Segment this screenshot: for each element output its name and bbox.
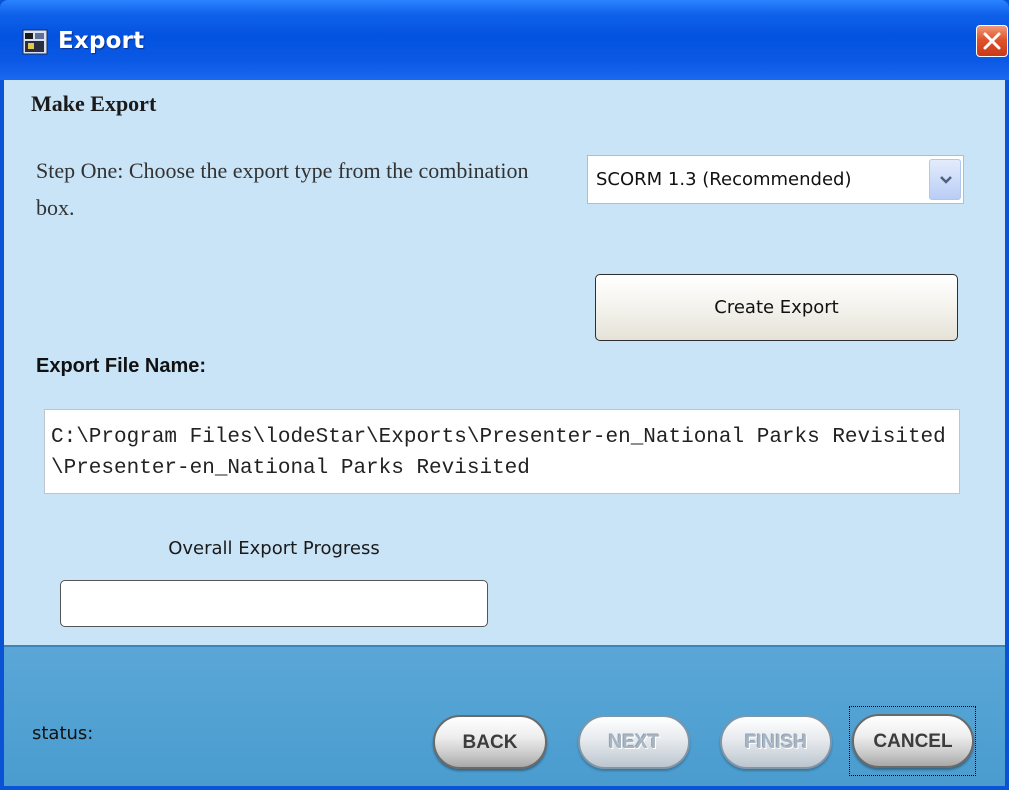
export-file-name-field[interactable]: C:\Program Files\lodeStar\Exports\Presen… (44, 409, 960, 494)
export-window: Export Make Export Step One: Choose the … (0, 0, 1009, 790)
progress-label: Overall Export Progress (168, 538, 380, 559)
export-app-icon (22, 29, 48, 55)
back-button[interactable]: BACK (433, 715, 547, 769)
finish-button[interactable]: FINISH (720, 715, 832, 769)
next-button[interactable]: NEXT (578, 715, 690, 769)
step-one-instructions: Step One: Choose the export type from th… (36, 158, 529, 220)
chevron-down-icon (940, 176, 952, 184)
close-button[interactable] (976, 25, 1008, 57)
title-bar[interactable]: Export (0, 0, 1009, 80)
create-export-button[interactable]: Create Export (595, 274, 958, 341)
cancel-button[interactable]: CANCEL (852, 714, 974, 768)
export-progress-bar (60, 580, 488, 627)
window-title: Export (58, 28, 145, 54)
export-file-name-label: Export File Name: (36, 355, 207, 377)
close-icon (983, 32, 1001, 50)
dropdown-button[interactable] (929, 159, 961, 200)
export-type-value: SCORM 1.3 (Recommended) (596, 169, 852, 190)
section-heading: Make Export (31, 91, 157, 116)
status-label: status: (32, 723, 94, 744)
export-type-select[interactable]: SCORM 1.3 (Recommended) (587, 155, 964, 204)
